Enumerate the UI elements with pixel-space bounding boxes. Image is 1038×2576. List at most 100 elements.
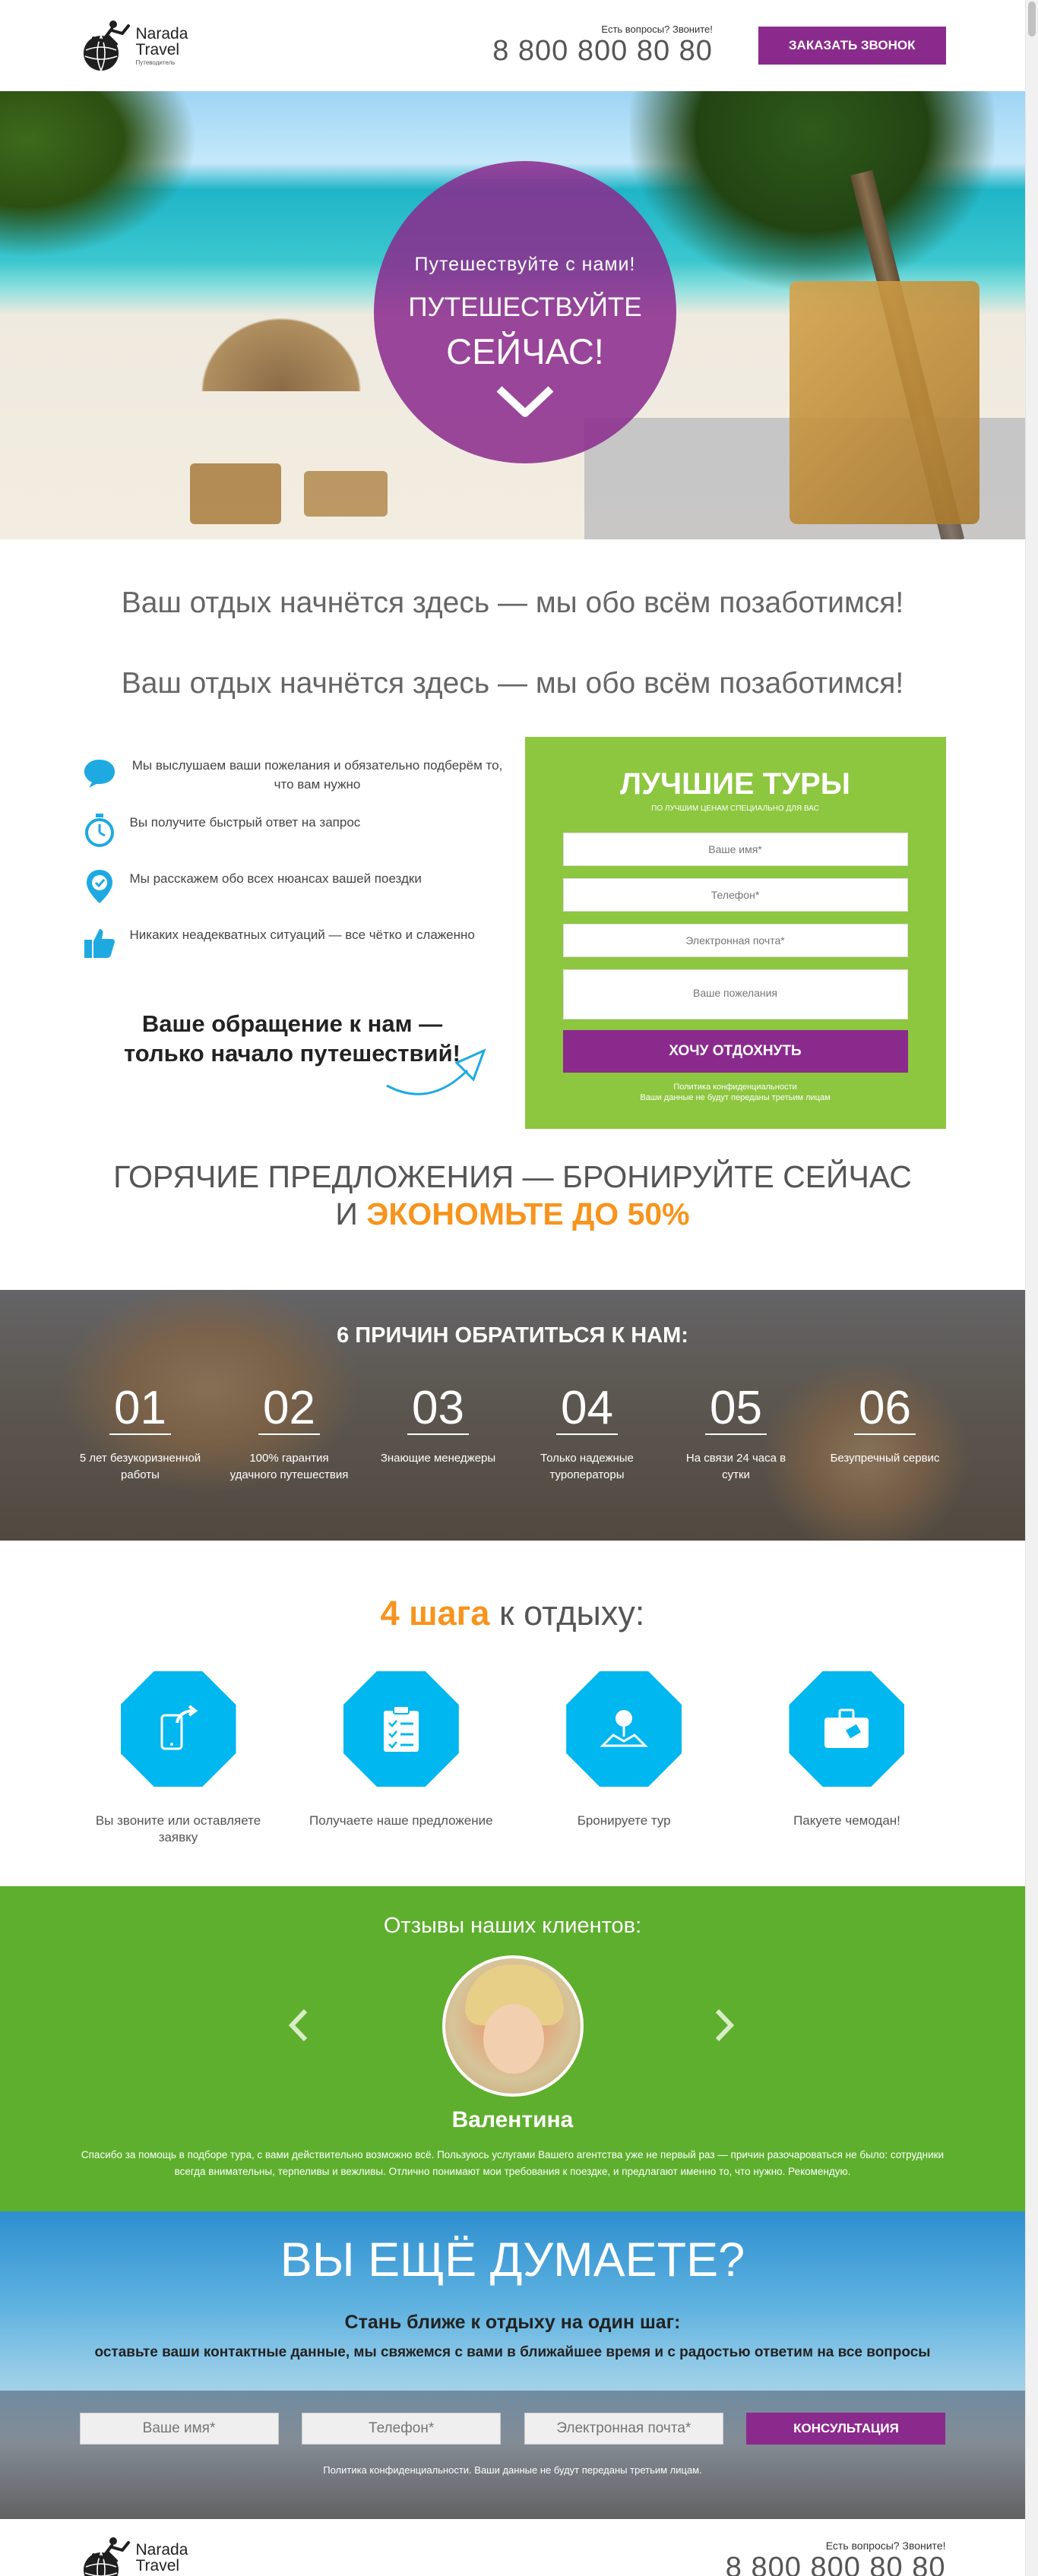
logo-tagline: Путеводитель (135, 58, 176, 66)
hot-offers-line2: и экономьте до 50% (0, 1196, 1025, 1232)
hero-title-line1: Путешествуйте (408, 292, 642, 322)
location-check-icon (80, 867, 119, 906)
reasons-section: 6 причин обратиться к нам: 01 5 лет безу… (0, 1290, 1025, 1541)
hot-offers-prefix: и (335, 1196, 358, 1231)
steps-title-highlight: 4 шага (380, 1594, 490, 1633)
hero-palm-left (0, 91, 198, 258)
reason-item: 03 Знающие менеджеры (378, 1385, 499, 1484)
email-field[interactable] (524, 2413, 723, 2445)
thumbs-up-icon (80, 923, 119, 962)
hero-lounger-2 (304, 471, 388, 517)
header-question: Есть вопросы? Звоните! (601, 24, 713, 35)
reason-number: 01 (109, 1385, 171, 1435)
scrollbar[interactable] (1025, 0, 1038, 2576)
header: Narada Travel Путеводитель Есть вопросы?… (0, 0, 1025, 91)
reason-text: 100% гарантия удачного путешествия (229, 1452, 349, 1481)
suitcase-icon (789, 1671, 905, 1787)
stopwatch-icon (80, 811, 119, 850)
hot-offers-highlight: экономьте до 50% (366, 1196, 690, 1231)
reason-number: 04 (556, 1385, 618, 1435)
intro-heading-repeat: Ваш отдых начнётся здесь — мы обо всём п… (121, 667, 904, 700)
reviews-section: Отзывы наших клиентов: Валентина Спасибо… (0, 1886, 1025, 2211)
chat-icon (80, 754, 119, 793)
reason-text: Только надежные туроператоры (540, 1452, 634, 1481)
step-caption: Вы звоните или оставляете заявку (95, 1813, 261, 1845)
form-subtitle: по лучшим ценам специально для вас (651, 804, 819, 813)
logo-title-line1: Narada (135, 2541, 188, 2559)
feature-text: Мы выслушаем ваши пожелания и обязательн… (131, 758, 503, 792)
reason-item: 06 Безупречный сервис (824, 1385, 946, 1484)
reviewer-name: Валентина (451, 2107, 574, 2132)
consultation-description: оставьте ваши контактные данные, мы свяж… (94, 2344, 931, 2360)
form-policy: Политика конфиденциальности Ваши данные … (563, 1082, 908, 1104)
step-item: Получаете наше предложение (302, 1671, 500, 1846)
feature-item: Вы получите быстрый ответ на запрос (80, 811, 505, 850)
name-field[interactable] (79, 2413, 279, 2445)
footer-logo[interactable]: Narada Travel Путеводитель (80, 2533, 188, 2576)
reviews-title: Отзывы наших клиентов: (383, 1914, 642, 1938)
hero-title-line2: сейчас! (446, 331, 604, 371)
name-field[interactable] (562, 833, 908, 866)
callback-button[interactable]: Заказать звонок (758, 27, 946, 65)
want-rest-button[interactable]: Хочу отдохнуть (562, 1030, 908, 1073)
reason-text: Знающие менеджеры (380, 1452, 496, 1465)
footer-phone[interactable]: 8 800 800 80 80 (726, 2552, 946, 2576)
hot-offers-line1: Горячие предложения — бронируйте сейчас (113, 1159, 912, 1194)
step-caption: Бронируете тур (577, 1813, 671, 1828)
footer-contact: Есть вопросы? Звоните! 8 800 800 80 80 (726, 2540, 946, 2576)
hero-circle: Путешествуйте с нами! Путешествуйте сейч… (374, 161, 676, 463)
policy-link[interactable]: Политика конфиденциальности (563, 1082, 908, 1092)
reasons-title: 6 причин обратиться к нам: (337, 1323, 688, 1348)
step-caption: Пакуете чемодан! (793, 1813, 900, 1828)
feature-item: Мы расскажем обо всех нюансах вашей поез… (80, 867, 505, 906)
reason-number: 02 (258, 1385, 320, 1435)
header-contact: Есть вопросы? Звоните! 8 800 800 80 80 (492, 24, 713, 68)
clipboard-check-icon (343, 1671, 459, 1787)
footer-question: Есть вопросы? Звоните! (825, 2540, 946, 2552)
phone-field[interactable] (302, 2413, 502, 2445)
step-item: Вы звоните или оставляете заявку (80, 1671, 277, 1846)
logo-title-line1: Narada (135, 24, 188, 43)
best-tours-form: Лучшие туры по лучшим ценам специально д… (524, 737, 946, 1129)
chevron-right-icon[interactable] (713, 2008, 736, 2043)
reason-text: Безупречный сервис (830, 1452, 940, 1465)
globe-runner-icon (83, 21, 130, 71)
feature-item: Мы выслушаем ваши пожелания и обязательн… (80, 754, 505, 794)
feature-item: Никаких неадекватных ситуаций — все чётк… (80, 923, 505, 962)
hero-umbrella (190, 308, 372, 391)
consultation-button[interactable]: Консультация (746, 2413, 946, 2445)
step-caption: Получаете наше предложение (309, 1813, 493, 1828)
consultation-title: Вы ещё думаете? (280, 2233, 745, 2287)
chevron-left-icon[interactable] (287, 2008, 310, 2043)
intro-section: Ваш отдых начнётся здесь — мы обо всём п… (0, 539, 1025, 1232)
steps-title: 4 шага к отдыху: (0, 1594, 1025, 1633)
wishes-field[interactable] (562, 969, 908, 1019)
reason-item: 01 5 лет безукоризненной работы (80, 1385, 201, 1484)
step-item: Пакуете чемодан! (748, 1671, 945, 1846)
avatar (441, 1955, 584, 2097)
logo-title-line2: Travel (135, 2557, 180, 2574)
consultation-section: Вы ещё думаете? Стань ближе к отдыху на … (0, 2211, 1025, 2519)
chevron-down-icon[interactable] (495, 384, 555, 422)
logo-title-line2: Travel (135, 40, 180, 58)
reason-item: 05 На связи 24 часа в сутки (676, 1385, 797, 1484)
features-list: Мы выслушаем ваши пожелания и обязательн… (80, 737, 505, 1129)
steps-title-rest: к отдыху: (498, 1594, 645, 1633)
hero-subtitle: Путешествуйте с нами! (414, 254, 636, 275)
phone-field[interactable] (562, 878, 908, 912)
header-phone[interactable]: 8 800 800 80 80 (492, 35, 713, 68)
scrollbar-thumb[interactable] (1028, 2, 1036, 36)
reason-text: 5 лет безукоризненной работы (79, 1452, 201, 1481)
hero-deck-chair (790, 281, 979, 524)
globe-runner-icon (83, 2536, 130, 2576)
feature-text: Мы расскажем обо всех нюансах вашей поез… (129, 871, 422, 887)
feature-text: Никаких неадекватных ситуаций — все чётк… (129, 928, 475, 943)
steps-section: 4 шага к отдыху: Вы звоните или оставляе… (0, 1541, 1025, 1886)
email-field[interactable] (562, 924, 908, 957)
hero-lounger (190, 463, 281, 524)
hero-palm-right (630, 91, 995, 289)
tagline: Ваше обращение к нам — только начало пут… (80, 1010, 505, 1095)
reason-item: 04 Только надежные туроператоры (527, 1385, 648, 1484)
logo[interactable]: Narada Travel Путеводитель (80, 17, 188, 74)
reason-item: 02 100% гарантия удачного путешествия (229, 1385, 350, 1484)
